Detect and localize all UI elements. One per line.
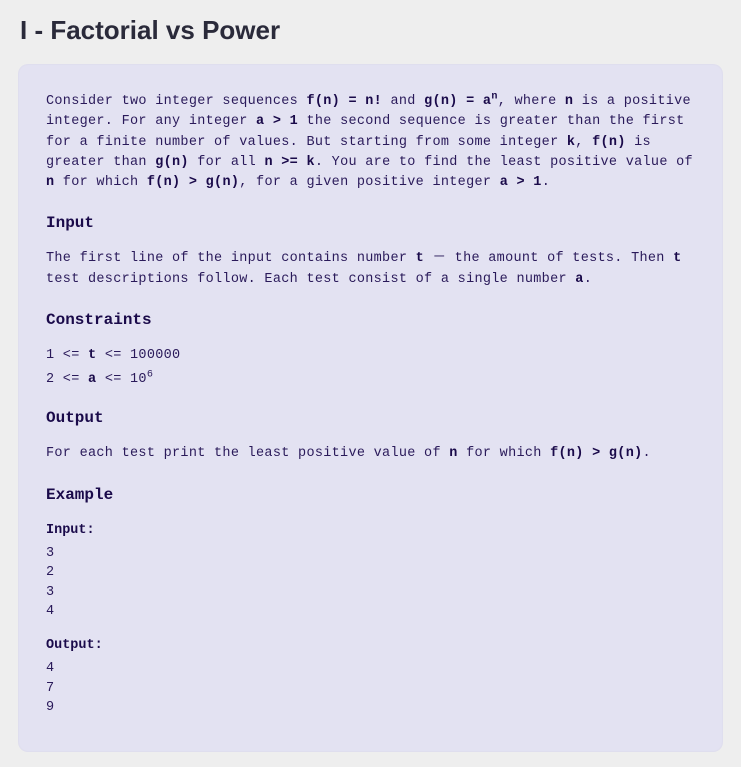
text: . [643, 446, 651, 461]
text: for all [189, 155, 265, 170]
example-input-line: 3 [46, 544, 695, 564]
text: for which [54, 175, 146, 190]
var-a: a [575, 272, 583, 287]
var-t: t [416, 251, 424, 266]
example-input-label: Input: [46, 521, 695, 541]
var-a: a > 1 [256, 114, 298, 129]
heading-example: Example [46, 483, 695, 507]
example-output-line: 4 [46, 659, 695, 679]
heading-output: Output [46, 406, 695, 430]
text: <= 10 [96, 372, 146, 387]
exponent: 6 [147, 370, 153, 381]
example-input-block: Input: 3 2 3 4 [46, 521, 695, 623]
text: test descriptions follow. Each test cons… [46, 272, 575, 287]
formula-g: g(n) = an [424, 94, 498, 109]
text: , where [498, 94, 565, 109]
text: － the amount of tests. Then [424, 251, 673, 266]
text: . You are to find the least positive val… [315, 155, 693, 170]
var-t2: t [673, 251, 681, 266]
example-input-line: 4 [46, 602, 695, 622]
var-fg: f(n) > g(n) [550, 446, 642, 461]
formula-f: f(n) = n! [306, 94, 382, 109]
constraints-block: 1 <= t <= 100000 2 <= a <= 106 [46, 346, 695, 391]
var-fg: f(n) > g(n) [147, 175, 239, 190]
text: . [542, 175, 550, 190]
example-input-line: 3 [46, 583, 695, 603]
text: , for a given positive integer [239, 175, 499, 190]
var-n: n [449, 446, 457, 461]
output-description: For each test print the least positive v… [46, 444, 695, 464]
text: For each test print the least positive v… [46, 446, 449, 461]
example-output-block: Output: 4 7 9 [46, 636, 695, 718]
var-gn: g(n) [155, 155, 189, 170]
example-output-label: Output: [46, 636, 695, 656]
text: for which [458, 446, 550, 461]
constraint-a: 2 <= a <= 106 [46, 370, 695, 390]
text: 1 <= [46, 348, 88, 363]
text: . [584, 272, 592, 287]
example-output-line: 7 [46, 679, 695, 699]
example-input-line: 2 [46, 563, 695, 583]
var-a2: a > 1 [500, 175, 542, 190]
problem-description: Consider two integer sequences f(n) = n!… [46, 92, 695, 193]
heading-constraints: Constraints [46, 308, 695, 332]
var-fn: f(n) [592, 135, 626, 150]
var-nk: n >= k [264, 155, 314, 170]
text: 2 <= [46, 372, 88, 387]
input-description: The first line of the input contains num… [46, 249, 695, 290]
constraint-t: 1 <= t <= 100000 [46, 346, 695, 366]
text: Consider two integer sequences [46, 94, 306, 109]
page-title: I - Factorial vs Power [18, 15, 723, 46]
text: and [382, 94, 424, 109]
text: <= 100000 [96, 348, 180, 363]
example-output-line: 9 [46, 698, 695, 718]
text: The first line of the input contains num… [46, 251, 416, 266]
heading-input: Input [46, 211, 695, 235]
problem-statement-card: Consider two integer sequences f(n) = n!… [18, 64, 723, 752]
text: , [575, 135, 592, 150]
